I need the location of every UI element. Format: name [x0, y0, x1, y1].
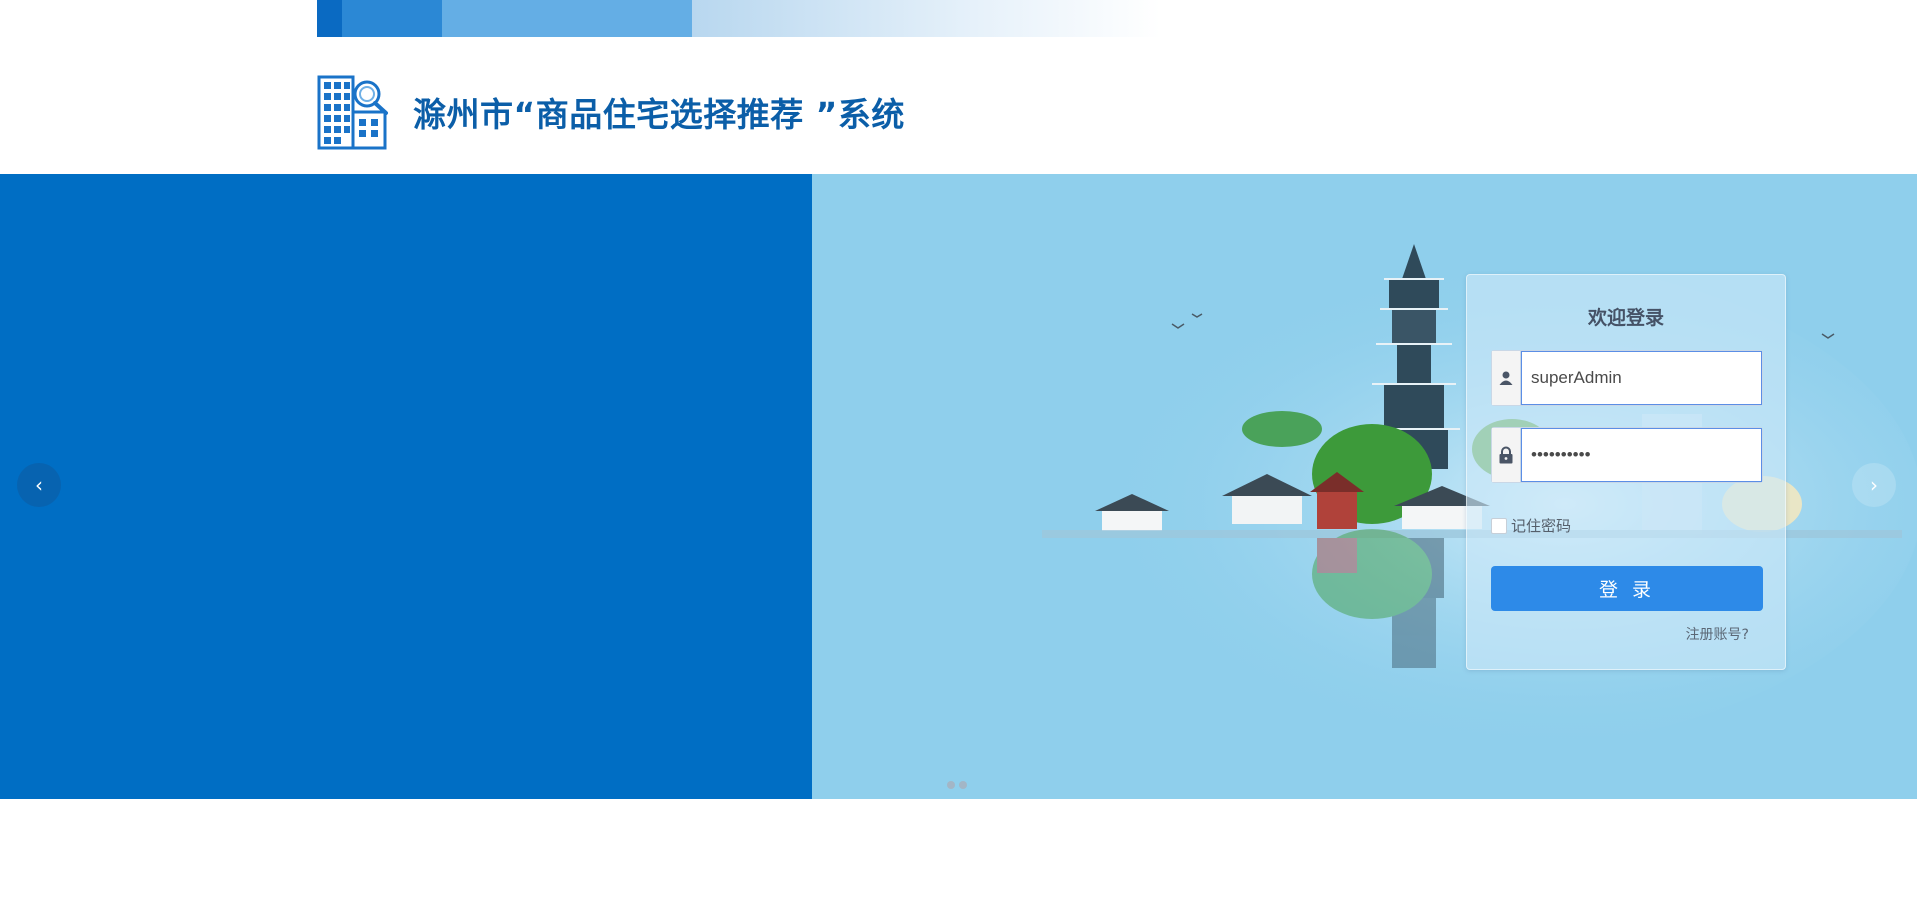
strip-segment-dark [317, 0, 342, 37]
login-button[interactable]: 登 录 [1491, 566, 1763, 611]
login-panel: 欢迎登录 记住密码 登 录 注册账号? [1466, 274, 1786, 670]
register-link[interactable]: 注册账号? [1686, 624, 1749, 644]
chevron-left-icon: ‹ [35, 473, 43, 497]
site-header: 滁州市“商品住宅选择推荐 ”系统 [317, 72, 905, 152]
user-icon [1492, 351, 1521, 405]
top-color-strip [317, 0, 1317, 37]
strip-segment-light [442, 0, 692, 37]
password-field-group [1491, 427, 1763, 483]
banner-slide-blue [0, 174, 812, 799]
carousel-dot-1[interactable] [947, 781, 955, 789]
site-title: 滁州市“商品住宅选择推荐 ”系统 [413, 95, 905, 134]
checkbox-box[interactable] [1491, 517, 1507, 534]
remember-password-checkbox[interactable]: 记住密码 [1491, 515, 1571, 536]
lock-icon [1492, 428, 1521, 482]
login-title: 欢迎登录 [1587, 307, 1664, 329]
building-search-icon [317, 75, 388, 150]
remember-password-label: 记住密码 [1511, 517, 1572, 535]
carousel-prev-button[interactable]: ‹ [17, 463, 61, 507]
username-field-group [1491, 350, 1763, 406]
password-input[interactable] [1521, 428, 1762, 482]
carousel-dot-2[interactable] [959, 781, 967, 789]
strip-segment-mid [342, 0, 442, 37]
carousel-indicators [947, 781, 967, 789]
carousel-next-button[interactable]: › [1852, 463, 1896, 507]
strip-segment-fade [692, 0, 1317, 37]
username-input[interactable] [1521, 351, 1762, 405]
chevron-right-icon: › [1870, 473, 1878, 497]
